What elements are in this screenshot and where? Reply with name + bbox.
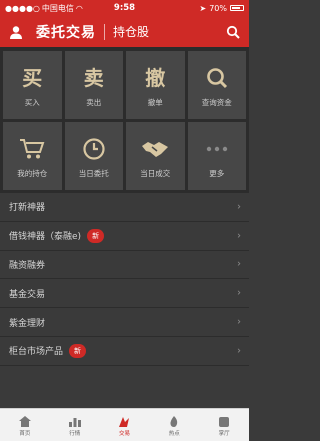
chevron-right-icon: › [237, 345, 241, 357]
list-item-ipo-tool[interactable]: 打新神器 › [0, 193, 249, 222]
today-trades-label: 当日成交 [140, 168, 171, 178]
list-item-borrow-tool[interactable]: 借钱神器（泰融e) 新 › [0, 222, 249, 251]
cancel-order-label: 撤单 [147, 97, 163, 107]
tab-home[interactable]: 首页 [0, 409, 50, 441]
chart-icon [68, 413, 82, 429]
tab-label: 交易 [118, 431, 130, 437]
menu-list: 打新神器 › 借钱神器（泰融e) 新 › 融资融券 › 基金交易 › 紫金理财 … [0, 193, 249, 366]
chevron-right-icon: › [237, 201, 241, 213]
query-funds-label: 查询资金 [201, 97, 232, 107]
list-item-label: 打新神器 [9, 203, 46, 214]
today-trades-button[interactable]: 当日成交 [126, 122, 185, 190]
more-label: 更多 [209, 168, 225, 178]
cancel-order-button[interactable]: 撤 撤单 [126, 51, 185, 119]
buy-glyph: 买 [22, 65, 43, 90]
list-item-otc-products[interactable]: 柜台市场产品 新 › [0, 337, 249, 366]
my-holdings-button[interactable]: 我的持仓 [3, 122, 62, 190]
tab-label: 掌厅 [218, 431, 230, 437]
header-divider [104, 23, 105, 40]
function-grid: 买 买入 卖 卖出 撤 撤单 查询资金 我的持仓 当日委托 当日成交 更多 [0, 47, 249, 193]
chevron-right-icon: › [237, 258, 241, 270]
list-item-label: 基金交易 [9, 289, 46, 300]
list-item-fund-trading[interactable]: 基金交易 › [0, 279, 249, 309]
battery-icon [230, 5, 244, 11]
list-item-wealth-management[interactable]: 紫金理财 › [0, 308, 249, 337]
tab-trade[interactable]: 交易 [100, 409, 150, 441]
tab-hall[interactable]: 掌厅 [199, 409, 249, 441]
search-icon [205, 63, 229, 93]
status-bar: ●●●●○ 中国电信 ◠ 9:58 ➤ 70% [0, 0, 249, 16]
house-icon [18, 413, 32, 429]
user-icon[interactable] [0, 16, 32, 47]
holdings-link[interactable]: 持仓股 [113, 23, 149, 40]
sell-label: 卖出 [86, 97, 102, 107]
status-time: 9:58 [113, 3, 136, 13]
list-item-label: 借钱神器（泰融e) [9, 232, 82, 243]
tab-hot[interactable]: 热点 [149, 409, 199, 441]
bottom-tab-bar: 首页 行情 交易 热点 掌厅 [0, 408, 249, 441]
buy-label: 买入 [24, 97, 40, 107]
chevron-right-icon: › [237, 316, 241, 328]
today-orders-button[interactable]: 当日委托 [64, 122, 123, 190]
today-orders-label: 当日委托 [78, 168, 109, 178]
sell-button[interactable]: 卖 卖出 [64, 51, 123, 119]
list-item-label: 紫金理财 [9, 318, 46, 329]
list-item-label: 融资融券 [9, 260, 46, 271]
hall-icon [217, 413, 231, 429]
tab-label: 首页 [19, 431, 31, 437]
chevron-right-icon: › [237, 230, 241, 242]
fire-icon [167, 413, 181, 429]
tab-label: 行情 [69, 431, 81, 437]
handshake-icon [141, 134, 169, 164]
more-button[interactable]: 更多 [187, 122, 246, 190]
clock-icon [82, 134, 106, 164]
search-icon[interactable] [217, 16, 249, 47]
list-item-label: 柜台市场产品 [9, 347, 64, 358]
sell-glyph: 卖 [83, 65, 104, 90]
list-item-margin-trading[interactable]: 融资融券 › [0, 251, 249, 280]
my-holdings-label: 我的持仓 [17, 168, 48, 178]
query-funds-button[interactable]: 查询资金 [187, 51, 246, 119]
page-title: 委托交易 [36, 24, 96, 41]
new-badge: 新 [69, 343, 87, 358]
tab-label: 热点 [168, 431, 180, 437]
chevron-right-icon: › [237, 287, 241, 299]
cancel-glyph: 撤 [145, 65, 166, 90]
new-badge: 新 [87, 228, 105, 243]
tab-quotes[interactable]: 行情 [50, 409, 100, 441]
app-header: 委托交易 持仓股 [0, 16, 249, 47]
trade-icon [117, 413, 131, 429]
more-icon [205, 134, 229, 164]
cart-icon [19, 134, 45, 164]
buy-button[interactable]: 买 买入 [3, 51, 62, 119]
